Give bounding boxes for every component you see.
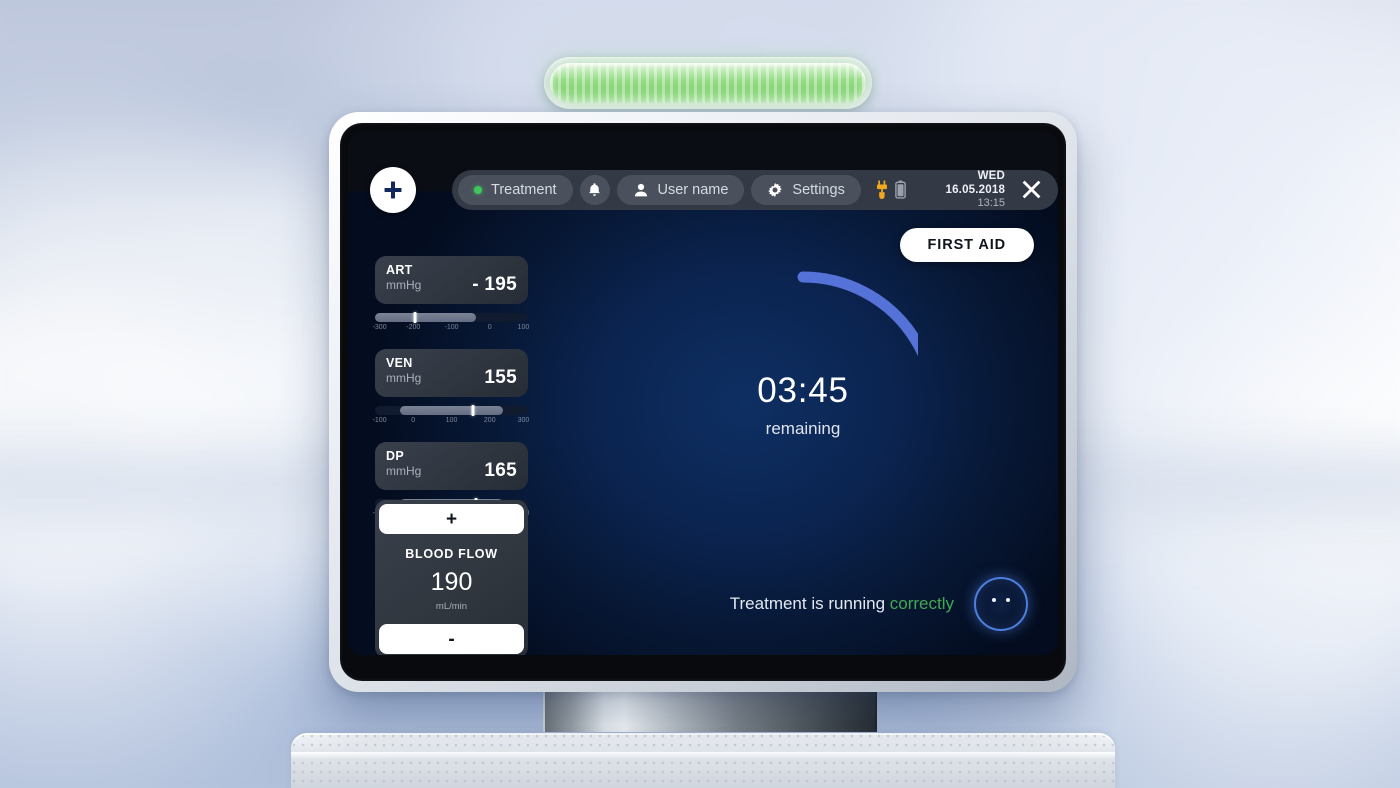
sensor-scale-tick: -300 <box>372 324 387 331</box>
user-name-label: User name <box>657 182 729 198</box>
time-label: 13:15 <box>977 196 1006 209</box>
plus-icon <box>384 181 402 199</box>
sensor-unit: mmHg <box>386 370 422 385</box>
sensor-value: 165 <box>484 460 517 481</box>
sensor-panel: ART mmHg - 195 -300 -200 -100 0 100 VEN mmHg 155 -1… <box>372 256 530 535</box>
signal-lamp-housing <box>544 57 872 109</box>
sensor-scale-tick: 0 <box>411 417 416 424</box>
treatment-tab-label: Treatment <box>491 182 557 198</box>
bell-icon <box>589 183 600 196</box>
blood-flow-panel: + BLOOD FLOW 190 mL/min - <box>375 500 528 655</box>
treatment-timer: 03:45 remaining <box>568 221 1038 551</box>
date-label: WED 16.05.2018 <box>945 170 1006 196</box>
header-toolbar: Treatment User name Settings WED 16.05.2… <box>452 170 1058 210</box>
status-message-prefix: Treatment is running <box>729 594 890 613</box>
blood-flow-decrease-label: - <box>448 628 455 650</box>
sensor-value: - 195 <box>472 274 517 295</box>
status-message-state: correctly <box>889 594 954 613</box>
close-button[interactable] <box>1016 175 1046 205</box>
machine-base-lip <box>291 752 1115 759</box>
monitor-bezel: Treatment User name Settings WED 16.05.2… <box>340 123 1066 681</box>
sensor-name: DP <box>386 449 404 463</box>
sensor-needle <box>471 405 475 416</box>
sensor-name: VEN <box>386 356 413 370</box>
sensor-labels: VEN mmHg <box>386 356 421 385</box>
settings-button[interactable]: Settings <box>751 175 861 205</box>
user-icon <box>634 183 647 197</box>
sensor-scale-tick: -100 <box>444 324 459 331</box>
blood-flow-increase-button[interactable]: + <box>379 504 524 534</box>
sensor-card[interactable]: ART mmHg - 195 <box>375 256 528 304</box>
sensor-scale-tick: 100 <box>517 324 530 331</box>
monitor-body: Treatment User name Settings WED 16.05.2… <box>329 112 1077 692</box>
time-remaining-caption: remaining <box>765 419 841 438</box>
status-footer: Treatment is running correctly <box>730 577 1028 631</box>
date-time: WED 16.05.2018 13:15 <box>915 170 1005 209</box>
sensor-art[interactable]: ART mmHg - 195 -300 -200 -100 0 100 <box>372 256 530 336</box>
sensor-labels: ART mmHg <box>386 263 421 292</box>
sensor-scale-tick: -200 <box>406 324 421 331</box>
sensor-scale-tick: 0 <box>487 324 492 331</box>
sensor-range-bar <box>375 312 528 323</box>
blood-flow-readout: BLOOD FLOW 190 mL/min <box>379 534 524 624</box>
sensor-scale: -300 -200 -100 0 100 <box>372 324 530 336</box>
scene: Treatment User name Settings WED 16.05.2… <box>0 0 1400 788</box>
sensor-scale: -100 0 100 200 300 <box>372 417 530 429</box>
blood-flow-decrease-button[interactable]: - <box>379 624 524 654</box>
power-plug-icon <box>876 180 887 200</box>
close-icon <box>1022 181 1040 199</box>
system-status-group: WED 16.05.2018 13:15 <box>868 170 1052 209</box>
blood-flow-unit: mL/min <box>435 601 468 612</box>
smiley-left-eye <box>992 598 996 602</box>
machine-base <box>291 733 1115 788</box>
smiley-face-icon[interactable] <box>974 577 1028 631</box>
sensor-scale-tick: 300 <box>517 417 530 424</box>
sensor-scale-tick: 100 <box>445 417 458 424</box>
monitor-stand-neck <box>543 690 877 732</box>
sensor-range-bar <box>375 405 528 416</box>
add-button[interactable] <box>370 167 416 213</box>
user-button[interactable]: User name <box>616 175 745 205</box>
sensor-labels: DP mmHg <box>386 449 421 478</box>
gear-icon <box>768 182 783 198</box>
sensor-ven[interactable]: VEN mmHg 155 -100 0 100 200 300 <box>372 349 530 429</box>
blood-flow-title: BLOOD FLOW <box>405 547 498 561</box>
smiley-right-eye <box>1006 598 1010 602</box>
sensor-scale-tick: -100 <box>372 417 387 424</box>
blood-flow-value: 190 <box>430 568 473 596</box>
sensor-value: 155 <box>484 367 517 388</box>
status-message: Treatment is running correctly <box>730 594 954 614</box>
sensor-unit: mmHg <box>386 463 422 478</box>
settings-label: Settings <box>792 182 845 198</box>
sensor-card[interactable]: DP mmHg 165 <box>375 442 528 490</box>
battery-icon <box>895 180 906 200</box>
sensor-range-fill <box>375 313 477 322</box>
notifications-button[interactable] <box>579 175 610 205</box>
screen: Treatment User name Settings WED 16.05.2… <box>348 131 1058 655</box>
treatment-status-dot <box>474 186 482 194</box>
sensor-unit: mmHg <box>386 277 422 292</box>
treatment-tab[interactable]: Treatment <box>458 175 573 205</box>
time-remaining-value: 03:45 <box>757 371 849 410</box>
sensor-range-fill <box>399 406 504 415</box>
signal-lamp-green <box>550 63 866 103</box>
sensor-needle <box>413 312 417 323</box>
sensor-name: ART <box>386 263 413 277</box>
signal-lamp-gloss <box>550 63 866 81</box>
blood-flow-increase-label: + <box>445 508 458 530</box>
sensor-scale-tick: 200 <box>483 417 496 424</box>
sensor-card[interactable]: VEN mmHg 155 <box>375 349 528 397</box>
